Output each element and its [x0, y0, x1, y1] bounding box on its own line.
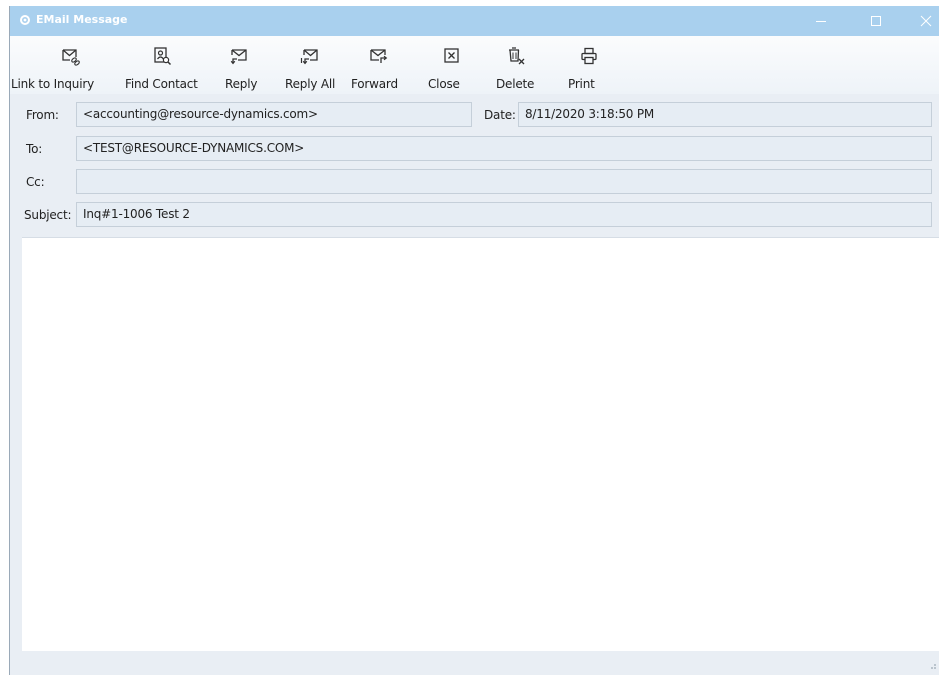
delete-label: Delete [496, 77, 535, 91]
message-body[interactable] [22, 237, 939, 651]
reply-button[interactable]: Reply [208, 36, 270, 94]
toolbar: Link to Inquiry Find Contact Reply Reply… [10, 36, 939, 94]
title-bar[interactable]: EMail Message [10, 6, 939, 36]
subject-field[interactable]: Inq#1-1006 Test 2 [76, 202, 932, 227]
date-label: Date: [484, 108, 516, 122]
reply-all-label: Reply All [285, 77, 336, 91]
date-field[interactable]: 8/11/2020 3:18:50 PM [518, 102, 932, 127]
gear-icon [20, 15, 30, 25]
to-field[interactable]: <TEST@RESOURCE-DYNAMICS.COM> [76, 136, 932, 161]
close-box-icon [444, 48, 459, 63]
forward-icon [370, 49, 388, 63]
find-contact-button[interactable]: Find Contact [118, 36, 208, 94]
envelope-link-icon [62, 49, 80, 66]
minimize-icon [816, 21, 826, 22]
find-contact-label: Find Contact [125, 77, 198, 91]
forward-label: Forward [351, 77, 398, 91]
reply-all-button[interactable]: Reply All [270, 36, 342, 94]
reply-all-icon [300, 49, 318, 65]
subject-label: Subject: [24, 208, 72, 222]
reply-icon [230, 49, 247, 65]
close-icon [920, 15, 932, 27]
link-to-inquiry-button[interactable]: Link to Inquiry [10, 36, 118, 94]
window-title: EMail Message [36, 13, 128, 26]
print-button[interactable]: Print [556, 36, 612, 94]
reply-label: Reply [225, 77, 258, 91]
cc-field[interactable] [76, 169, 932, 194]
from-label: From: [26, 108, 59, 122]
close-window-button[interactable] [903, 6, 939, 36]
minimize-button[interactable] [798, 6, 844, 36]
link-to-inquiry-label: Link to Inquiry [11, 77, 94, 91]
close-label: Close [428, 77, 460, 91]
resize-grip-icon[interactable] [927, 660, 937, 670]
printer-icon [581, 47, 597, 65]
find-contact-icon [154, 47, 172, 66]
forward-button[interactable]: Forward [342, 36, 412, 94]
to-label: To: [26, 142, 43, 156]
print-label: Print [568, 77, 595, 91]
maximize-icon [871, 16, 881, 26]
from-field[interactable]: <accounting@resource-dynamics.com> [76, 102, 472, 127]
close-button[interactable]: Close [412, 36, 472, 94]
maximize-button[interactable] [853, 6, 899, 36]
cc-label: Cc: [26, 175, 45, 189]
delete-icon [509, 47, 525, 65]
delete-button[interactable]: Delete [480, 36, 546, 94]
email-message-window: EMail Message Link to Inquiry Find Conta… [9, 6, 939, 675]
